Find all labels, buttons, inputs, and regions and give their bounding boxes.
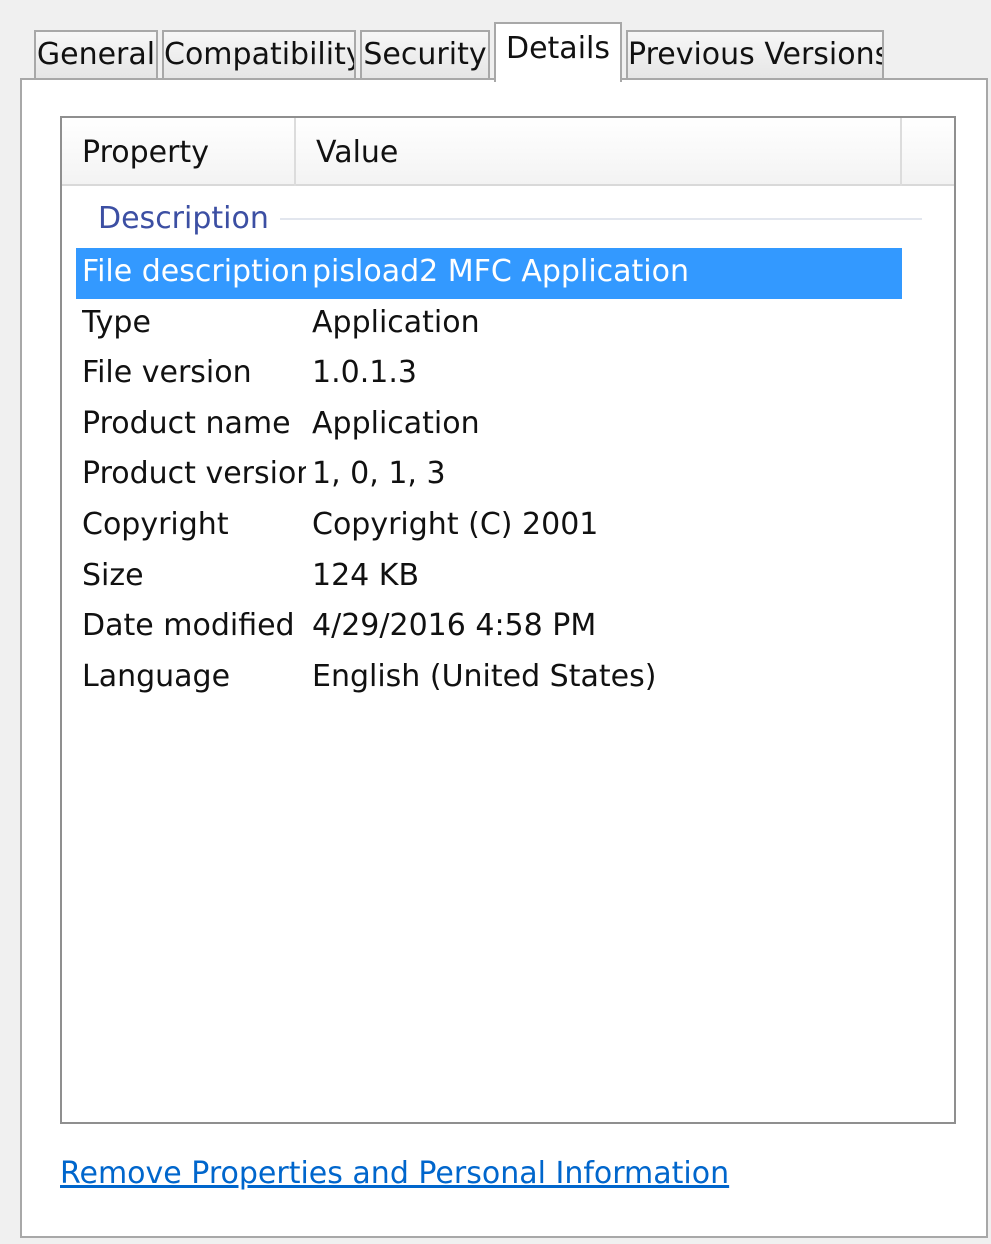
table-row[interactable]: Product name Application <box>76 400 902 451</box>
property-value: 1.0.1.3 <box>312 355 417 391</box>
property-name: Size <box>82 557 144 593</box>
property-value: pisload2 MFC Application <box>312 254 689 289</box>
property-rows: File description pisload2 MFC Application… <box>76 248 902 703</box>
property-value: 4/29/2016 4:58 PM <box>312 608 597 644</box>
table-row[interactable]: Size 124 KB <box>76 552 902 603</box>
table-row[interactable]: Date modified 4/29/2016 4:58 PM <box>76 602 902 653</box>
table-row[interactable]: Product version 1, 0, 1, 3 <box>76 450 902 501</box>
tab-compatibility[interactable]: Compatibility <box>162 30 356 80</box>
table-row[interactable]: Copyright Copyright (C) 2001 <box>76 501 902 552</box>
property-name: File description <box>82 254 306 289</box>
group-label: Description <box>98 201 269 236</box>
group-header-description: Description <box>62 194 954 244</box>
list-header: Property Value <box>62 118 954 186</box>
tab-details[interactable]: Details <box>494 22 622 82</box>
property-name: Date modified <box>82 608 295 644</box>
properties-list[interactable]: Property Value Description File descript… <box>60 116 956 1124</box>
column-header-value[interactable]: Value <box>296 118 900 186</box>
property-name: Product name <box>82 405 291 441</box>
property-name: Product version <box>82 456 306 492</box>
property-name: Type <box>82 304 151 340</box>
tab-security[interactable]: Security <box>360 30 490 80</box>
column-divider[interactable] <box>900 118 902 186</box>
table-row[interactable]: File version 1.0.1.3 <box>76 349 902 400</box>
property-name: File version <box>82 355 252 391</box>
tab-strip: General Compatibility Security Details P… <box>20 22 900 82</box>
table-row[interactable]: Type Application <box>76 299 902 350</box>
property-name: Language <box>82 658 231 694</box>
details-panel: Property Value Description File descript… <box>20 78 988 1238</box>
table-row[interactable]: Language English (United States) <box>76 653 902 704</box>
remove-properties-link[interactable]: Remove Properties and Personal Informati… <box>60 1156 729 1191</box>
property-value: 124 KB <box>312 557 420 593</box>
property-value: Copyright (C) 2001 <box>312 506 599 542</box>
property-value: 1, 0, 1, 3 <box>312 456 446 492</box>
tab-general[interactable]: General <box>34 30 158 80</box>
column-header-property[interactable]: Property <box>62 118 294 186</box>
group-divider <box>280 218 922 220</box>
property-value: Application <box>312 405 480 441</box>
tab-previous-versions[interactable]: Previous Versions <box>626 30 884 80</box>
table-row[interactable]: File description pisload2 MFC Application <box>76 248 902 299</box>
property-value: Application <box>312 304 480 340</box>
property-name: Copyright <box>82 506 229 542</box>
property-value: English (United States) <box>312 658 657 694</box>
